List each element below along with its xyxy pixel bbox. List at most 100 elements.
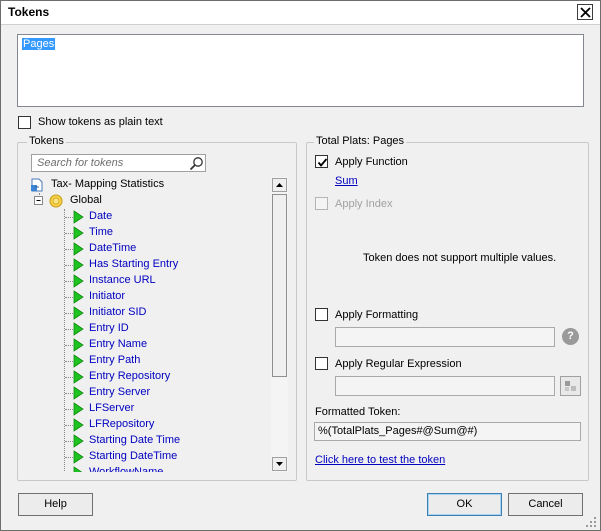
green-triangle-icon xyxy=(73,226,84,240)
apply-index-checkbox[interactable] xyxy=(315,197,328,210)
token-item[interactable]: Entry Path xyxy=(26,353,266,369)
token-item-label: Initiator xyxy=(89,290,126,302)
token-item-label: Has Starting Entry xyxy=(89,258,179,270)
token-item[interactable]: Starting DateTime xyxy=(26,449,266,465)
formatted-token-label: Formatted Token: xyxy=(315,406,401,418)
green-triangle-icon xyxy=(73,418,84,432)
green-triangle-icon xyxy=(73,242,84,256)
multiple-values-message: Token does not support multiple values. xyxy=(363,252,557,264)
token-item[interactable]: Has Starting Entry xyxy=(26,257,266,273)
token-item[interactable]: LFRepository xyxy=(26,417,266,433)
formatting-input[interactable] xyxy=(335,327,555,347)
tokens-dialog: Tokens Pages Show tokens as plain text T… xyxy=(0,0,601,531)
token-item[interactable]: Starting Date Time xyxy=(26,433,266,449)
token-item[interactable]: Entry Server xyxy=(26,385,266,401)
apply-regex-checkbox[interactable] xyxy=(315,357,328,370)
green-triangle-icon xyxy=(73,354,84,368)
token-item[interactable]: Entry Name xyxy=(26,337,266,353)
close-icon xyxy=(580,7,591,18)
tree-scrollbar[interactable] xyxy=(271,177,288,472)
token-item-label: LFRepository xyxy=(89,418,155,430)
green-triangle-icon xyxy=(73,402,84,416)
cancel-button[interactable]: Cancel xyxy=(508,493,583,516)
search-placeholder: Search for tokens xyxy=(37,157,124,169)
ok-button[interactable]: OK xyxy=(427,493,502,516)
green-triangle-icon xyxy=(73,210,84,224)
token-item[interactable]: Entry ID xyxy=(26,321,266,337)
apply-formatting-label: Apply Formatting xyxy=(335,309,419,321)
token-item[interactable]: Entry Repository xyxy=(26,369,266,385)
regex-builder-icon xyxy=(565,381,576,391)
scroll-down-button[interactable] xyxy=(272,457,287,471)
formatted-token-field[interactable]: %(TotalPlats_Pages#@Sum@#) xyxy=(314,422,581,441)
token-item-label: Entry Name xyxy=(89,338,148,350)
test-token-link[interactable]: Click here to test the token xyxy=(315,454,445,466)
token-item-label: DateTime xyxy=(89,242,137,254)
tokens-group-title: Tokens xyxy=(27,135,66,147)
token-search-input[interactable]: Search for tokens xyxy=(31,154,206,172)
token-item[interactable]: Initiator SID xyxy=(26,305,266,321)
tree-group-label: Global xyxy=(70,194,102,206)
token-item[interactable]: Initiator xyxy=(26,289,266,305)
token-item-label: LFServer xyxy=(89,402,135,414)
document-icon xyxy=(31,178,43,192)
arrow-up-icon xyxy=(276,183,283,187)
token-text-area[interactable]: Pages xyxy=(17,34,584,107)
scroll-thumb[interactable] xyxy=(272,194,287,377)
show-plain-text-label: Show tokens as plain text xyxy=(38,116,163,128)
checkmark-icon xyxy=(317,158,328,167)
folder-coin-icon xyxy=(49,194,63,208)
token-item-label: Entry Path xyxy=(89,354,141,366)
token-text-value: Pages xyxy=(22,38,56,50)
apply-formatting-checkbox[interactable] xyxy=(315,308,328,321)
regex-builder-button[interactable] xyxy=(560,376,581,396)
tree-group-global[interactable]: Global xyxy=(26,193,266,209)
token-item[interactable]: Time xyxy=(26,225,266,241)
token-tree: Tax- Mapping Statistics Global Date Time D… xyxy=(26,177,273,472)
token-item[interactable]: Instance URL xyxy=(26,273,266,289)
green-triangle-icon xyxy=(73,290,84,304)
token-item-label: Entry Server xyxy=(89,386,151,398)
apply-regex-label: Apply Regular Expression xyxy=(335,358,462,370)
help-button-label: Help xyxy=(44,498,67,510)
green-triangle-icon xyxy=(73,258,84,272)
green-triangle-icon xyxy=(73,450,84,464)
token-item[interactable]: LFServer xyxy=(26,401,266,417)
token-item[interactable]: Date xyxy=(26,209,266,225)
collapse-icon[interactable] xyxy=(34,196,44,206)
tree-root-label: Tax- Mapping Statistics xyxy=(51,178,165,190)
token-item-label: Entry Repository xyxy=(89,370,171,382)
apply-function-checkbox[interactable] xyxy=(315,155,328,168)
close-button[interactable] xyxy=(577,4,593,20)
green-triangle-icon xyxy=(73,370,84,384)
search-icon[interactable] xyxy=(189,156,204,171)
token-item[interactable]: DateTime xyxy=(26,241,266,257)
green-triangle-icon xyxy=(73,306,84,320)
help-button[interactable]: Help xyxy=(18,493,93,516)
green-triangle-icon xyxy=(73,322,84,336)
options-group-title: Total Plats: Pages xyxy=(314,135,407,147)
ok-button-label: OK xyxy=(456,498,473,510)
tree-root[interactable]: Tax- Mapping Statistics xyxy=(26,177,266,193)
token-item-label: Starting Date Time xyxy=(89,434,181,446)
apply-index-label: Apply Index xyxy=(335,198,393,210)
token-item-label: Initiator SID xyxy=(89,306,147,318)
token-item-label: Date xyxy=(89,210,113,222)
question-mark-icon[interactable]: ? xyxy=(562,328,579,345)
function-sum-link[interactable]: Sum xyxy=(335,175,358,187)
apply-function-label: Apply Function xyxy=(335,156,408,168)
title-bar: Tokens xyxy=(1,1,600,25)
green-triangle-icon xyxy=(73,434,84,448)
resize-grip-icon[interactable] xyxy=(585,516,598,529)
token-item[interactable]: WorkflowName xyxy=(26,465,266,472)
token-item-label: WorkflowName xyxy=(89,466,164,472)
token-item-label: Entry ID xyxy=(89,322,129,334)
show-plain-text-checkbox[interactable] xyxy=(18,116,31,129)
token-item-label: Starting DateTime xyxy=(89,450,178,462)
regex-input[interactable] xyxy=(335,376,555,396)
green-triangle-icon xyxy=(73,274,84,288)
green-triangle-icon xyxy=(73,466,83,472)
cancel-button-label: Cancel xyxy=(528,498,563,510)
scroll-up-button[interactable] xyxy=(272,178,287,192)
token-item-label: Time xyxy=(89,226,114,238)
